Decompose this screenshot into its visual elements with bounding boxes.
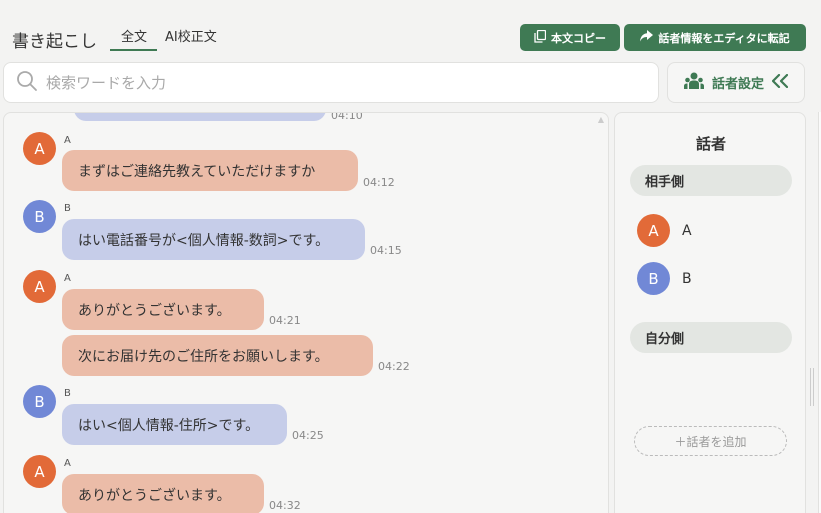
add-speaker-button[interactable]: ＋話者を追加 [634,426,787,456]
message-bubble: はい<個人情報-住所>です。 [62,404,287,445]
message-bubble: はい電話番号が<個人情報-数詞>です。 [62,219,365,260]
transfer-label: 話者情報をエディタに転記 [658,31,790,45]
copy-text-label: 本文コピー [551,31,606,45]
message-timestamp: 04:15 [370,244,402,257]
message-timestamp: 04:22 [378,360,410,373]
message-bubble: 次にお届け先のご住所をお願いします。 [62,335,373,376]
speaker-item-b[interactable]: B B [637,262,692,295]
message-text: まずはご連絡先教えていただけますか [78,163,316,180]
avatar-a: A [23,455,56,488]
message-text: ありがとうございます。 [78,487,231,504]
avatar-a: A [637,214,670,247]
message-timestamp-partial: 04:10 [331,112,363,122]
avatar-b: B [23,385,56,418]
message-text: はい<個人情報-住所>です。 [78,417,260,434]
message-speaker-name: A [64,135,71,146]
resize-handle[interactable] [810,368,814,406]
page-title: 書き起こし [12,32,97,52]
people-icon [683,72,704,94]
message-bubble: ありがとうございます。 [62,289,264,330]
message-text: 次にお届け先のご住所をお願いします。 [78,348,329,365]
message-bubble: まずはご連絡先教えていただけますか [62,150,358,191]
speaker-name: B [682,270,692,287]
avatar-b: B [23,200,56,233]
double-chevron-left-icon [771,73,789,92]
transcript-panel[interactable]: 04:10 ▲ A A まずはご連絡先教えていただけますか 04:12 B B … [3,112,609,513]
scroll-up-arrow[interactable]: ▲ [598,115,604,124]
speaker-group-other[interactable]: 相手側 [630,165,792,196]
message-speaker-name: B [64,388,71,399]
search-icon [16,70,38,96]
message-text: ありがとうございます。 [78,302,231,319]
speaker-settings-button[interactable]: 話者設定 [667,62,805,103]
copy-text-button[interactable]: 本文コピー [520,24,620,51]
header: 書き起こし 全文 AI校正文 本文コピー 話者情報をエディタに転記 [0,0,821,56]
tab-full-text[interactable]: 全文 [109,26,158,51]
message-speaker-name: A [64,458,71,469]
speaker-name: A [682,222,692,239]
speaker-group-self[interactable]: 自分側 [630,322,792,353]
message-timestamp: 04:21 [269,314,301,327]
speaker-settings-label: 話者設定 [711,77,764,92]
message-timestamp: 04:25 [292,429,324,442]
avatar-a: A [23,132,56,165]
speaker-item-a[interactable]: A A [637,214,692,247]
speaker-panel-title: 話者 [695,135,726,153]
tab-ai-corrected[interactable]: AI校正文 [165,26,217,45]
speaker-panel: 話者 相手側 A A B B 自分側 ＋話者を追加 [614,112,806,513]
search-bar [3,62,659,103]
message-text: はい電話番号が<個人情報-数詞>です。 [78,232,330,249]
search-input[interactable] [46,73,626,92]
avatar-a: A [23,270,56,303]
avatar-b: B [637,262,670,295]
message-bubble-partial [74,113,326,121]
message-speaker-name: A [64,273,71,284]
share-arrow-icon [640,30,654,45]
copy-icon [534,29,547,46]
message-bubble: ありがとうございます。 [62,474,264,513]
message-speaker-name: B [64,203,71,214]
transfer-speaker-info-button[interactable]: 話者情報をエディタに転記 [624,24,806,51]
message-timestamp: 04:12 [363,176,395,189]
message-timestamp: 04:32 [269,499,301,512]
